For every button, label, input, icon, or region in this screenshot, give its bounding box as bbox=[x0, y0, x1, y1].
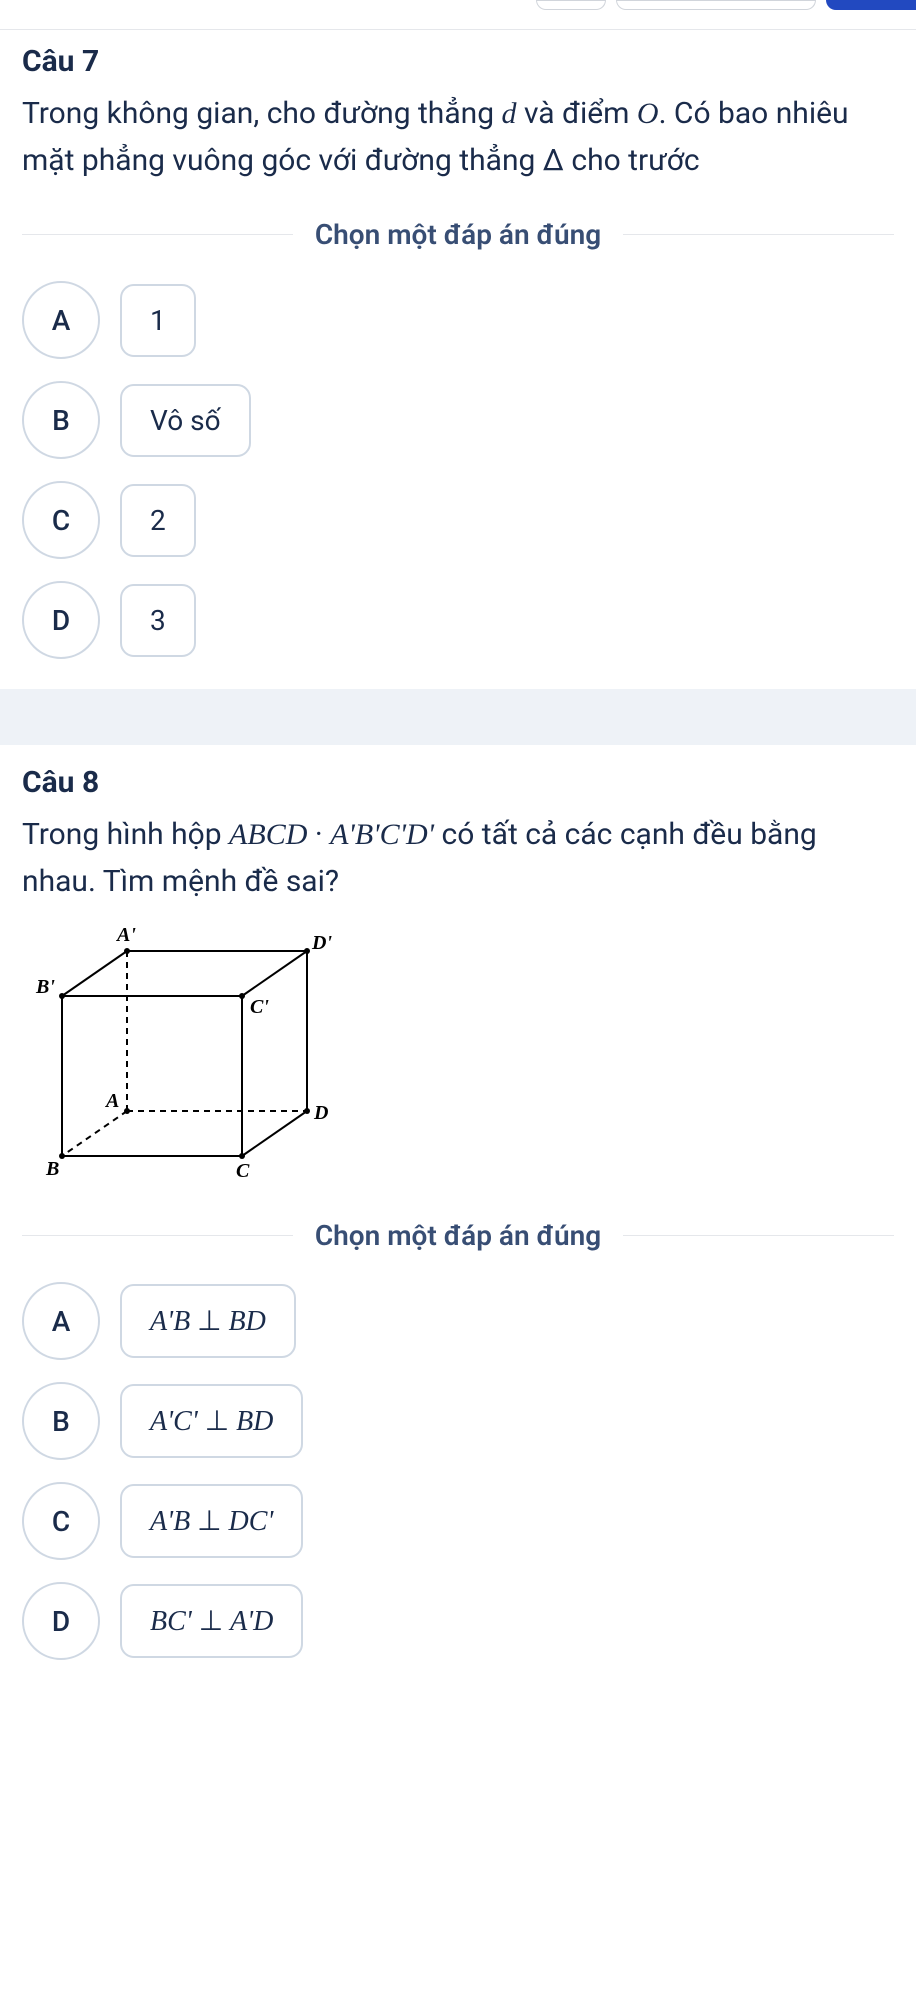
top-button-2[interactable] bbox=[616, 0, 816, 10]
hr-right bbox=[623, 1235, 894, 1236]
opt-l: A'B bbox=[150, 1506, 190, 1537]
option-text[interactable]: Vô số bbox=[120, 384, 251, 457]
option-letter[interactable]: D bbox=[22, 1582, 100, 1660]
question-7-block: Câu 7 Trong không gian, cho đường thẳng … bbox=[0, 30, 916, 689]
perp-icon: ⊥ bbox=[199, 1604, 223, 1637]
question-8-title: Câu 8 bbox=[22, 765, 894, 800]
label-C1: C' bbox=[250, 996, 269, 1018]
opt-r: BD bbox=[236, 1406, 273, 1437]
opt-l: A'C' bbox=[150, 1406, 198, 1437]
q7-option-C[interactable]: C 2 bbox=[22, 481, 894, 559]
hr-right bbox=[623, 234, 894, 235]
option-text[interactable]: A'B ⊥ BD bbox=[120, 1284, 296, 1358]
option-text[interactable]: A'B ⊥ DC' bbox=[120, 1484, 303, 1558]
opt-r: DC' bbox=[229, 1506, 274, 1537]
option-letter[interactable]: B bbox=[22, 1382, 100, 1460]
cube-svg: A' D' B' C' A D B C bbox=[22, 921, 342, 1181]
option-letter[interactable]: A bbox=[22, 1282, 100, 1360]
option-letter[interactable]: C bbox=[22, 481, 100, 559]
option-letter[interactable]: D bbox=[22, 581, 100, 659]
q7-text-1: Trong không gian, cho đường thẳng bbox=[22, 96, 502, 131]
q8-option-B[interactable]: B A'C' ⊥ BD bbox=[22, 1382, 894, 1460]
opt-l: BC' bbox=[150, 1606, 192, 1637]
question-8-block: Câu 8 Trong hình hộp ABCD · A'B'C'D' có … bbox=[0, 745, 916, 1690]
q7-option-D[interactable]: D 3 bbox=[22, 581, 894, 659]
top-button-primary[interactable] bbox=[826, 0, 916, 10]
q8-option-C[interactable]: C A'B ⊥ DC' bbox=[22, 1482, 894, 1560]
question-7-text: Trong không gian, cho đường thẳng d và đ… bbox=[22, 91, 894, 184]
q8-text-1: Trong hình hộp bbox=[22, 817, 229, 852]
perp-icon: ⊥ bbox=[205, 1404, 229, 1437]
perp-icon: ⊥ bbox=[197, 1304, 221, 1337]
q7-options: A 1 B Vô số C 2 D 3 bbox=[22, 281, 894, 659]
option-letter[interactable]: B bbox=[22, 381, 100, 459]
q8-options: A A'B ⊥ BD B A'C' ⊥ BD C A'B ⊥ DC' D bbox=[22, 1282, 894, 1660]
label-B1: B' bbox=[35, 976, 55, 998]
q8-option-D[interactable]: D BC' ⊥ A'D bbox=[22, 1582, 894, 1660]
q7-d: d bbox=[502, 97, 517, 130]
option-text[interactable]: 1 bbox=[120, 284, 196, 357]
q8-abcd: ABCD bbox=[229, 818, 307, 851]
option-text[interactable]: 2 bbox=[120, 484, 196, 557]
option-text[interactable]: 3 bbox=[120, 584, 196, 657]
section-divider bbox=[0, 689, 916, 745]
cube-figure: A' D' B' C' A D B C bbox=[22, 921, 894, 1185]
label-D1: D' bbox=[311, 932, 332, 954]
opt-r: BD bbox=[229, 1306, 266, 1337]
option-letter[interactable]: A bbox=[22, 281, 100, 359]
instruction-row-q7: Chọn một đáp án đúng bbox=[22, 218, 894, 251]
hr-left bbox=[22, 234, 293, 235]
option-letter[interactable]: C bbox=[22, 1482, 100, 1560]
option-text[interactable]: A'C' ⊥ BD bbox=[120, 1384, 303, 1458]
label-A: A bbox=[104, 1090, 119, 1112]
q8-dot: · bbox=[307, 817, 330, 852]
instruction-q8: Chọn một đáp án đúng bbox=[293, 1219, 623, 1252]
q8-option-A[interactable]: A A'B ⊥ BD bbox=[22, 1282, 894, 1360]
question-8-text: Trong hình hộp ABCD · A'B'C'D' có tất cả… bbox=[22, 812, 894, 905]
label-C: C bbox=[236, 1160, 250, 1181]
opt-l: A'B bbox=[150, 1306, 190, 1337]
opt-r: A'D bbox=[230, 1606, 273, 1637]
label-A1: A' bbox=[115, 924, 136, 946]
label-D: D bbox=[313, 1102, 328, 1124]
top-button-1[interactable] bbox=[536, 0, 606, 10]
question-7-title: Câu 7 bbox=[22, 44, 894, 79]
q8-abcd2: A'B'C'D' bbox=[330, 818, 434, 851]
q7-option-A[interactable]: A 1 bbox=[22, 281, 894, 359]
instruction-row-q8: Chọn một đáp án đúng bbox=[22, 1219, 894, 1252]
label-B: B bbox=[45, 1158, 59, 1180]
top-bar bbox=[0, 0, 916, 30]
option-text[interactable]: BC' ⊥ A'D bbox=[120, 1584, 303, 1658]
hr-left bbox=[22, 1235, 293, 1236]
q7-text-2: và điểm bbox=[517, 96, 637, 131]
q7-O: O bbox=[637, 97, 659, 130]
q7-option-B[interactable]: B Vô số bbox=[22, 381, 894, 459]
instruction-q7: Chọn một đáp án đúng bbox=[293, 218, 623, 251]
perp-icon: ⊥ bbox=[197, 1504, 221, 1537]
